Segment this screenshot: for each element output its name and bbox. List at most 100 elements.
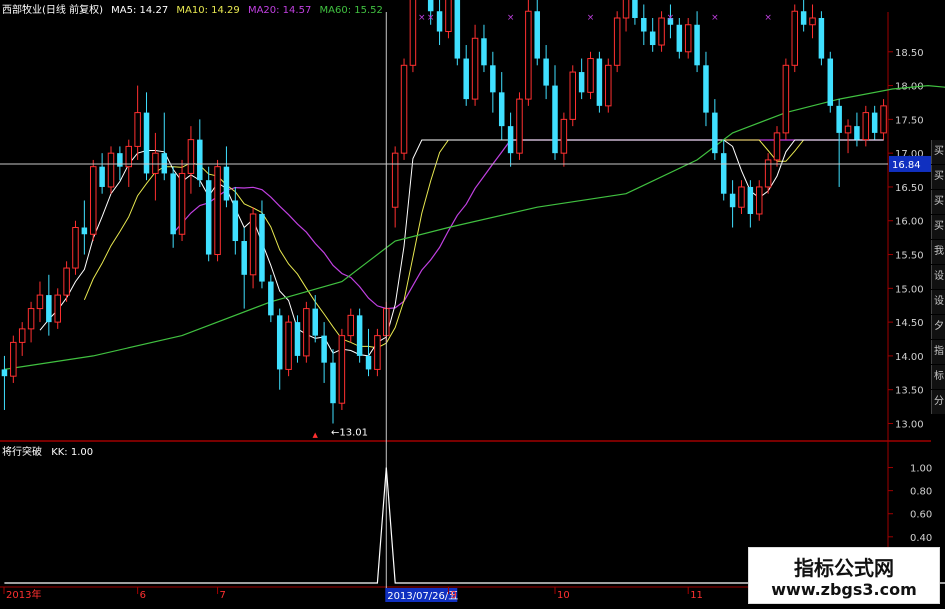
side-tab-6[interactable]: 设 — [931, 290, 945, 314]
candle-body-63 — [560, 118, 568, 154]
candle-body-82 — [729, 193, 736, 208]
candle-body-70 — [622, 0, 630, 19]
side-tab-10[interactable]: 分 — [931, 390, 945, 414]
candle-body-17 — [152, 152, 159, 174]
stock-title: 西部牧业(日线 前复权) — [2, 5, 103, 16]
candle-body-7 — [63, 267, 70, 296]
ma20-label: MA20: 14.57 — [247, 5, 312, 16]
ma60-label: MA60: 15.52 — [319, 5, 383, 16]
candle-body-22 — [197, 139, 203, 181]
candle-body-87 — [773, 132, 781, 161]
candle-body-65 — [578, 72, 585, 93]
candle-body-80 — [712, 112, 718, 154]
candle-body-90 — [800, 11, 807, 25]
candle-body-79 — [703, 65, 709, 113]
indicator-value: KK: 1.00 — [51, 447, 94, 458]
candle-body-33 — [294, 322, 301, 356]
side-tab-3[interactable]: 买 — [931, 215, 945, 239]
candle-body-71 — [632, 0, 638, 18]
candle-body-3 — [27, 308, 35, 330]
candle-body-41 — [365, 355, 372, 370]
candle-body-56 — [498, 92, 505, 127]
candle-body-29 — [259, 213, 265, 282]
current-price-label: 16.84 — [892, 160, 921, 171]
candle-body-58 — [516, 98, 523, 154]
candle-body-37 — [330, 362, 336, 404]
side-tab-5[interactable]: 设 — [931, 265, 945, 289]
candle-body-1 — [10, 341, 17, 377]
watermark-title: 指标公式网 — [794, 556, 894, 580]
candle-body-68 — [605, 64, 612, 107]
candle-body-31 — [276, 315, 283, 370]
candle-body-5 — [46, 295, 52, 323]
candle-body-99 — [880, 105, 887, 134]
candle-body-88 — [782, 64, 790, 134]
candle-body-81 — [720, 153, 727, 194]
stock-chart[interactable]: 18.5018.0017.5017.0016.5016.0015.5015.00… — [0, 0, 945, 609]
candle-body-20 — [178, 172, 186, 235]
ma10-label: MA10: 14.29 — [176, 5, 240, 16]
side-tab-0[interactable]: 买 — [931, 140, 945, 164]
side-tab-1[interactable]: 买 — [931, 165, 945, 189]
candle-body-97 — [862, 112, 870, 141]
candle-body-57 — [507, 126, 514, 154]
candle-body-73 — [649, 31, 656, 46]
price-tick-label-0: 18.50 — [895, 48, 924, 59]
price-tick-label-7: 15.00 — [895, 284, 924, 295]
candle-body-98 — [871, 112, 878, 133]
candle-body-18 — [161, 153, 168, 174]
candle-body-42 — [374, 335, 381, 370]
candle-body-30 — [268, 281, 274, 316]
candle-body-53 — [471, 37, 479, 100]
side-tab-7[interactable]: 夕 — [931, 315, 945, 339]
candle-body-19 — [170, 173, 176, 235]
candle-body-11 — [99, 166, 105, 187]
top-marker-6: × — [764, 13, 772, 23]
price-tick-label-10: 13.50 — [895, 386, 924, 397]
candle-body-54 — [481, 38, 487, 66]
watermark-logo: 指标公式网 www.zbgs3.com — [748, 547, 940, 604]
candle-body-74 — [658, 17, 665, 46]
candle-body-89 — [791, 10, 799, 66]
ma5-label: MA5: 14.27 — [111, 5, 169, 16]
candle-body-27 — [241, 241, 247, 275]
date-label-4: 9 — [450, 590, 456, 601]
candle-body-77 — [684, 24, 692, 53]
candle-body-93 — [827, 58, 834, 106]
candle-body-64 — [569, 71, 577, 120]
candle-body-92 — [818, 18, 825, 59]
candle-body-8 — [72, 227, 79, 269]
candle-body-85 — [755, 186, 763, 215]
side-tab-8[interactable]: 指 — [931, 340, 945, 364]
top-marker-4: × — [667, 13, 675, 23]
candle-body-12 — [107, 152, 115, 188]
price-tick-label-4: 16.50 — [895, 183, 924, 194]
side-tab-4[interactable]: 我 — [931, 240, 945, 264]
candle-body-67 — [596, 58, 603, 106]
candle-body-61 — [543, 58, 549, 86]
candle-body-9 — [81, 227, 88, 235]
candle-body-55 — [490, 65, 496, 93]
candle-body-78 — [694, 24, 700, 66]
candle-body-91 — [809, 17, 816, 26]
candle-body-59 — [525, 10, 532, 100]
candle-body-10 — [89, 166, 97, 235]
candle-body-62 — [552, 85, 558, 154]
top-marker-1: × — [427, 13, 435, 23]
date-label-5: 10 — [557, 590, 570, 601]
candle-body-32 — [285, 321, 292, 370]
side-tab-2[interactable]: 买 — [931, 190, 945, 214]
candle-body-24 — [214, 166, 221, 256]
candle-body-34 — [303, 308, 310, 357]
side-tab-9[interactable]: 标 — [931, 365, 945, 389]
price-tick-label-6: 15.50 — [895, 251, 924, 262]
price-tick-label-2: 17.50 — [895, 115, 924, 126]
candle-body-44 — [391, 152, 399, 208]
candle-body-66 — [587, 58, 594, 93]
ind-tick-label-1: 0.80 — [910, 487, 932, 498]
ind-tick-label-0: 1.00 — [910, 464, 932, 475]
candle-body-51 — [454, 0, 461, 59]
crosshair-date-label: 2013/07/26/五 — [387, 591, 458, 602]
date-label-1: 6 — [140, 590, 146, 601]
candle-body-76 — [676, 24, 683, 52]
